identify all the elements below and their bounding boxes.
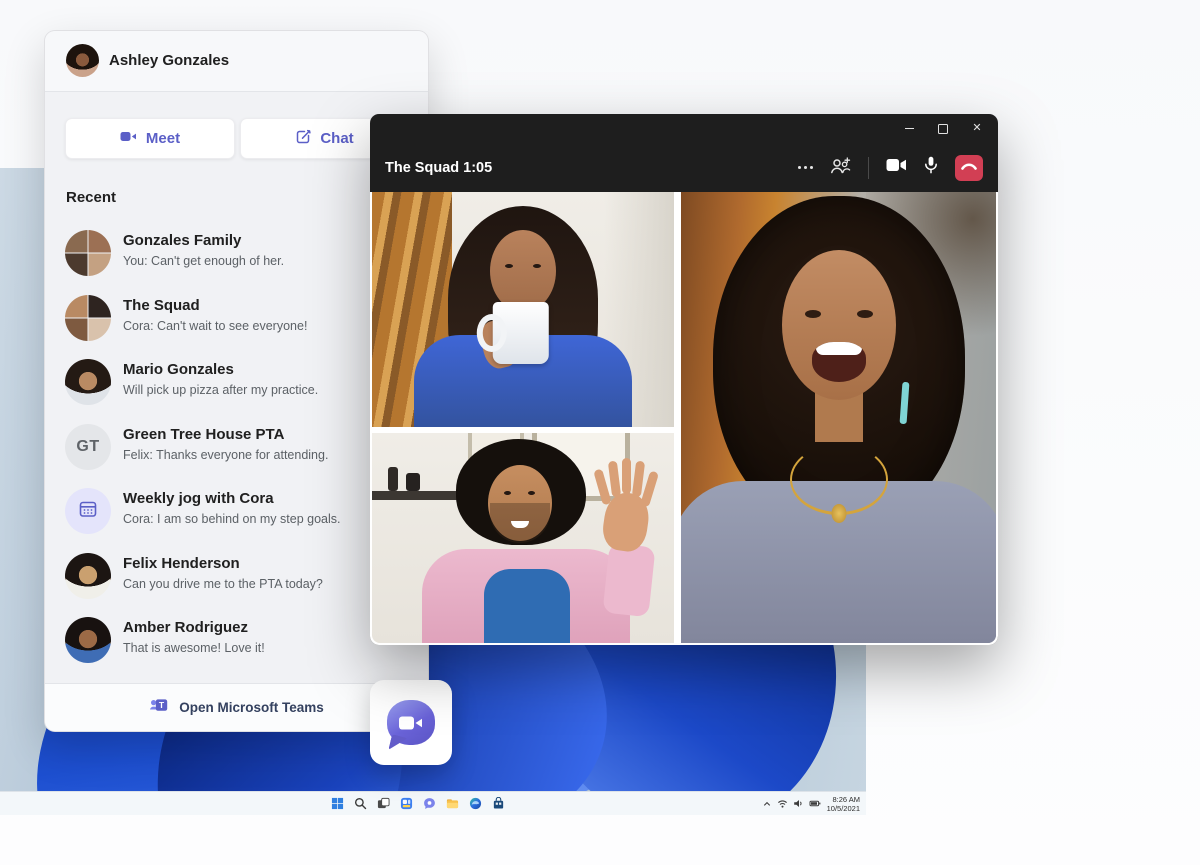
camera-toggle-button[interactable] (886, 158, 907, 177)
minimize-icon (905, 128, 914, 130)
edge-button[interactable] (466, 794, 485, 813)
taskbar: 8:26 AM 10/5/2021 (0, 791, 866, 815)
taskbar-icon-cluster (328, 792, 508, 815)
participant-face (490, 230, 556, 312)
call-title: The Squad 1:05 (385, 160, 492, 176)
meet-button-label: Meet (146, 130, 180, 147)
necklace-pendant (831, 504, 846, 523)
maximize-icon (938, 124, 948, 134)
user-name: Ashley Gonzales (109, 31, 229, 91)
group-avatar (65, 230, 111, 276)
more-options-icon (798, 166, 813, 169)
conversation-preview: You: Can't get enough of her. (123, 254, 284, 268)
conversation-preview: Felix: Thanks everyone for attending. (123, 448, 328, 462)
participant-video-man-waving (372, 433, 674, 643)
recent-heading: Recent (66, 189, 116, 206)
battery-icon[interactable] (809, 798, 821, 809)
group-avatar (65, 295, 111, 341)
hang-up-icon (960, 159, 978, 177)
task-view-icon (377, 797, 390, 810)
conversation-preview: Will pick up pizza after my practice. (123, 383, 318, 397)
add-participant-icon (830, 157, 851, 179)
open-teams-label: Open Microsoft Teams (179, 700, 324, 715)
search-icon (354, 797, 367, 810)
laughing-mouth (812, 342, 866, 382)
chat-button-label: Chat (320, 130, 353, 147)
edge-icon (469, 797, 482, 810)
participant-shirt (484, 569, 570, 643)
close-icon: ✕ (972, 123, 981, 134)
page: 8:26 AM 10/5/2021 Ashley Gonzales Meet C… (0, 0, 1200, 865)
flyout-header: Ashley Gonzales (45, 31, 428, 92)
clock-time: 8:26 AM (826, 795, 860, 804)
window-titlebar: ✕ (370, 114, 998, 143)
widgets-icon (400, 797, 413, 810)
camera-glyph (398, 714, 424, 732)
conversation-title: Amber Rodriguez (123, 619, 248, 636)
volume-icon[interactable] (793, 798, 804, 809)
system-tray[interactable]: 8:26 AM 10/5/2021 (762, 792, 864, 815)
conversation-title: Gonzales Family (123, 232, 241, 249)
file-explorer-icon (446, 797, 459, 810)
minimize-button[interactable] (892, 114, 926, 143)
maximize-button[interactable] (926, 114, 960, 143)
participant-video-woman-laughing (681, 192, 996, 643)
clock-date: 10/5/2021 (826, 804, 860, 813)
conversation-title: Felix Henderson (123, 555, 240, 572)
widgets-button[interactable] (397, 794, 416, 813)
store-button[interactable] (489, 794, 508, 813)
participant-video-woman-with-mug (372, 192, 674, 427)
conversation-preview: Cora: I am so behind on my step goals. (123, 512, 340, 526)
svg-text:T: T (159, 700, 165, 710)
user-avatar[interactable] (66, 44, 99, 77)
compose-icon (296, 129, 311, 148)
call-window: ✕ The Squad 1:05 (370, 114, 998, 645)
chevron-up-icon[interactable] (762, 799, 772, 809)
person-avatar (65, 617, 111, 663)
conversation-title: Weekly jog with Cora (123, 490, 274, 507)
start-icon (331, 797, 344, 810)
hang-up-button[interactable] (955, 155, 983, 181)
calendar-icon (77, 498, 99, 525)
conversation-title: Green Tree House PTA (123, 426, 284, 443)
conversation-title: The Squad (123, 297, 200, 314)
camera-icon (886, 158, 907, 177)
start-button[interactable] (328, 794, 347, 813)
conversation-preview: Cora: Can't wait to see everyone! (123, 319, 307, 333)
wifi-icon[interactable] (777, 798, 788, 809)
file-explorer-button[interactable] (443, 794, 462, 813)
video-grid (370, 192, 998, 645)
teams-logo-icon: T (149, 695, 169, 720)
search-button[interactable] (351, 794, 370, 813)
video-chat-bubble-icon (387, 700, 435, 745)
chat-launcher-button[interactable] (370, 680, 452, 765)
initials-avatar: GT (65, 424, 111, 470)
coffee-mug (493, 302, 549, 364)
conversation-preview: That is awesome! Love it! (123, 641, 265, 655)
call-actions (798, 155, 983, 181)
call-toolbar: The Squad 1:05 (370, 143, 998, 192)
person-avatar (65, 359, 111, 405)
close-button[interactable]: ✕ (960, 114, 994, 143)
microphone-toggle-button[interactable] (924, 156, 938, 179)
more-options-button[interactable] (798, 166, 813, 169)
add-participant-button[interactable] (830, 157, 851, 179)
video-camera-icon (120, 130, 137, 147)
task-view-button[interactable] (374, 794, 393, 813)
shelf (372, 491, 460, 500)
taskbar-clock[interactable]: 8:26 AM 10/5/2021 (826, 795, 860, 813)
conversation-preview: Can you drive me to the PTA today? (123, 577, 323, 591)
teams-chat-taskbar-button[interactable] (420, 794, 439, 813)
toolbar-divider (868, 157, 869, 179)
meet-button[interactable]: Meet (65, 118, 235, 159)
conversation-title: Mario Gonzales (123, 361, 234, 378)
store-icon (492, 797, 505, 810)
chat-bubble-icon (423, 797, 436, 810)
person-avatar (65, 553, 111, 599)
calendar-avatar (65, 488, 111, 534)
microphone-icon (924, 156, 938, 179)
